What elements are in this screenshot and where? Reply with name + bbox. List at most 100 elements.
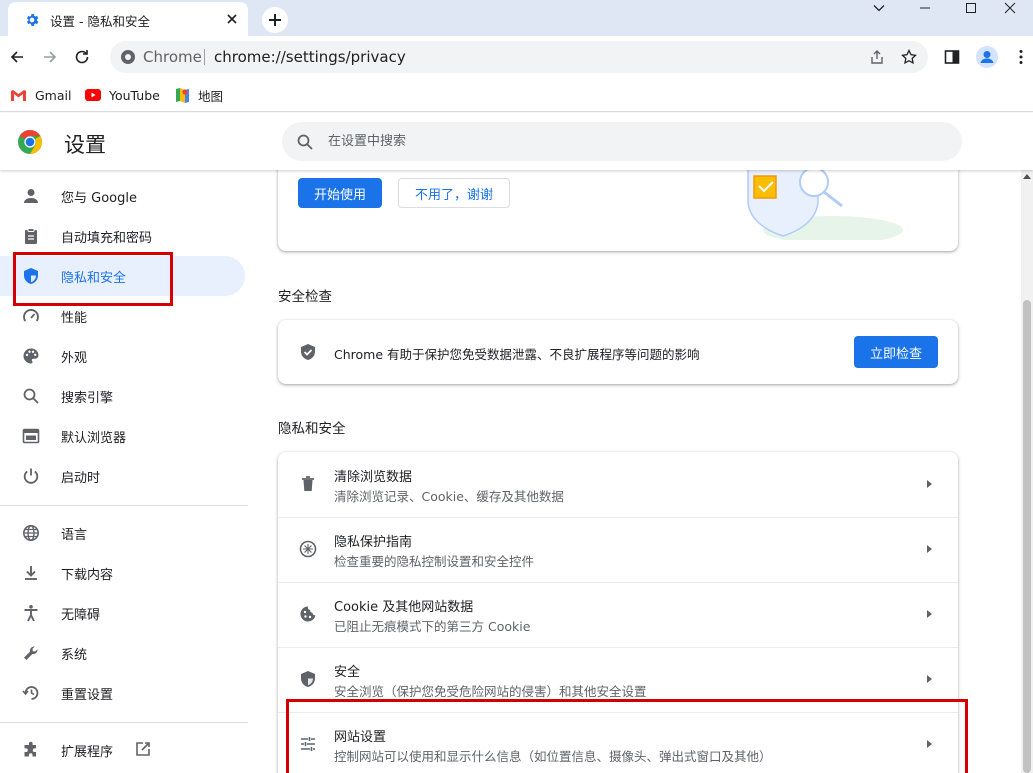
sidebar-item-label: 默认浏览器 bbox=[61, 431, 127, 446]
chrome-site-icon[interactable] bbox=[120, 49, 136, 65]
site-settings-row[interactable]: 网站设置 控制网站可以使用和显示什么信息（如位置信息、摄像头、弹出式窗口及其他） bbox=[278, 712, 958, 773]
sidebar-item-label: 语言 bbox=[61, 528, 88, 543]
sidebar-divider bbox=[0, 722, 248, 723]
row-title: 网站设置 bbox=[334, 730, 387, 745]
sidebar-item-performance[interactable]: 性能 bbox=[0, 296, 245, 336]
address-separator bbox=[204, 49, 205, 65]
search-icon bbox=[23, 388, 39, 404]
restore-icon bbox=[22, 686, 39, 700]
sidebar-item-reset[interactable]: 重置设置 bbox=[0, 673, 245, 713]
clipboard-icon bbox=[25, 228, 37, 244]
gear-icon bbox=[26, 14, 39, 26]
star-icon[interactable] bbox=[901, 49, 917, 65]
row-title: 安全 bbox=[334, 665, 361, 680]
scrollbar-thumb[interactable] bbox=[1023, 300, 1031, 773]
person-icon bbox=[980, 51, 994, 63]
sidebar-item-autofill[interactable]: 自动填充和密码 bbox=[0, 216, 245, 256]
search-icon bbox=[297, 134, 313, 150]
tab-strip: 设置 - 隐私和安全 bbox=[0, 0, 1033, 36]
trash-icon bbox=[302, 476, 314, 491]
row-title: 清除浏览数据 bbox=[334, 470, 413, 485]
minimize-button[interactable] bbox=[902, 0, 948, 18]
bookmark-gmail[interactable]: Gmail bbox=[10, 86, 71, 104]
sidebar-item-label: 隐私和安全 bbox=[61, 271, 127, 286]
address-bar[interactable]: Chrome chrome://settings/privacy bbox=[110, 41, 928, 73]
sidebar-item-on-startup[interactable]: 启动时 bbox=[0, 456, 245, 496]
tab-title: 设置 - 隐私和安全 bbox=[50, 14, 150, 29]
share-icon[interactable] bbox=[869, 49, 885, 65]
close-icon[interactable] bbox=[224, 11, 240, 27]
palette-icon bbox=[23, 348, 39, 364]
decline-button[interactable]: 不用了，谢谢 bbox=[398, 178, 510, 208]
sidebar-item-accessibility[interactable]: 无障碍 bbox=[0, 593, 245, 633]
tab-search-button[interactable] bbox=[856, 0, 902, 18]
back-arrow-icon[interactable] bbox=[8, 48, 26, 66]
arrow-right-icon bbox=[927, 675, 932, 683]
sidebar-divider bbox=[0, 505, 248, 506]
sidebar-item-you-and-google[interactable]: 您与 Google bbox=[0, 176, 245, 216]
globe-icon bbox=[23, 525, 39, 541]
sidebar-item-search-engine[interactable]: 搜索引擎 bbox=[0, 376, 245, 416]
sidebar-item-label: 性能 bbox=[61, 311, 88, 326]
row-title: 隐私保护指南 bbox=[334, 535, 413, 550]
shield-icon bbox=[24, 268, 38, 284]
maximize-icon bbox=[966, 3, 976, 13]
bookmark-youtube[interactable]: YouTube bbox=[85, 86, 160, 104]
sidebar-item-extensions[interactable]: 扩展程序 bbox=[0, 730, 245, 770]
bookmark-label: 地图 bbox=[198, 88, 224, 104]
settings-sidebar: 您与 Google 自动填充和密码 隐私和安全 性能 外观 搜索引擎 默认浏览器 bbox=[0, 170, 262, 773]
sidebar-item-label: 下载内容 bbox=[61, 568, 114, 583]
reload-icon[interactable] bbox=[73, 48, 91, 66]
chrome-logo-icon bbox=[18, 130, 43, 154]
privacy-illustration bbox=[747, 170, 903, 240]
forward-arrow-icon[interactable] bbox=[41, 48, 59, 66]
security-row[interactable]: 安全 安全浏览（保护您免受危险网站的侵害）和其他安全设置 bbox=[278, 647, 958, 712]
shield-icon bbox=[301, 671, 315, 687]
sliders-icon bbox=[301, 737, 315, 751]
safety-check-description: Chrome 有助于保护您免受数据泄露、不良扩展程序等问题的影响 bbox=[334, 347, 700, 362]
bookmark-label: Gmail bbox=[35, 87, 72, 103]
safety-check-heading: 安全检查 bbox=[278, 289, 332, 305]
scroll-up-arrow-icon[interactable] bbox=[1023, 173, 1031, 179]
privacy-guide-promo-card: 开始使用 不用了，谢谢 bbox=[278, 170, 958, 251]
page-title: 设置 bbox=[64, 133, 106, 157]
sidebar-item-appearance[interactable]: 外观 bbox=[0, 336, 245, 376]
youtube-icon bbox=[85, 89, 101, 101]
sidebar-item-system[interactable]: 系统 bbox=[0, 633, 245, 673]
cookies-row[interactable]: Cookie 及其他网站数据 已阻止无痕模式下的第三方 Cookie bbox=[278, 582, 958, 647]
sidebar-item-languages[interactable]: 语言 bbox=[0, 513, 245, 553]
profile-avatar[interactable] bbox=[976, 46, 998, 68]
settings-main: 开始使用 不用了，谢谢 安全检查 Chrome 有助于保护您免受数据泄露、不良扩… bbox=[262, 170, 1021, 773]
site-name: Chrome bbox=[143, 48, 202, 66]
side-panel-icon[interactable] bbox=[943, 48, 961, 66]
sidebar-item-default-browser[interactable]: 默认浏览器 bbox=[0, 416, 245, 456]
main-scrollbar[interactable] bbox=[1021, 170, 1033, 773]
arrow-right-icon bbox=[927, 740, 932, 748]
sidebar-item-label: 自动填充和密码 bbox=[61, 231, 153, 246]
arrow-right-icon bbox=[927, 480, 932, 488]
plus-icon bbox=[269, 14, 281, 26]
new-tab-button[interactable] bbox=[262, 7, 288, 33]
privacy-guide-row[interactable]: 隐私保护指南 检查重要的隐私控制设置和安全控件 bbox=[278, 517, 958, 582]
check-now-button[interactable]: 立即检查 bbox=[854, 336, 938, 368]
sidebar-item-privacy-security[interactable]: 隐私和安全 bbox=[0, 256, 245, 296]
sidebar-item-label: 启动时 bbox=[61, 471, 101, 486]
browser-window: 设置 - 隐私和安全 Chrome chrome://settings/priv… bbox=[0, 0, 1033, 773]
bookmark-maps[interactable]: 地图 bbox=[175, 86, 223, 104]
sidebar-item-label: 搜索引擎 bbox=[61, 391, 114, 406]
start-button[interactable]: 开始使用 bbox=[298, 178, 382, 208]
row-subtitle: 检查重要的隐私控制设置和安全控件 bbox=[334, 554, 535, 569]
close-window-button[interactable] bbox=[987, 0, 1033, 18]
url-text[interactable]: chrome://settings/privacy bbox=[214, 48, 406, 66]
sidebar-item-label: 无障碍 bbox=[61, 608, 101, 623]
settings-search[interactable] bbox=[282, 122, 962, 161]
search-input[interactable] bbox=[328, 130, 928, 152]
maps-icon bbox=[176, 88, 189, 103]
tab-settings-privacy[interactable]: 设置 - 隐私和安全 bbox=[8, 2, 248, 36]
arrow-right-icon bbox=[927, 610, 932, 618]
clear-browsing-data-row[interactable]: 清除浏览数据 清除浏览记录、Cookie、缓存及其他数据 bbox=[278, 452, 958, 517]
person-icon bbox=[24, 189, 38, 203]
sidebar-item-label: 系统 bbox=[61, 648, 88, 663]
sidebar-item-downloads[interactable]: 下载内容 bbox=[0, 553, 245, 593]
more-vert-icon[interactable] bbox=[1012, 48, 1030, 66]
